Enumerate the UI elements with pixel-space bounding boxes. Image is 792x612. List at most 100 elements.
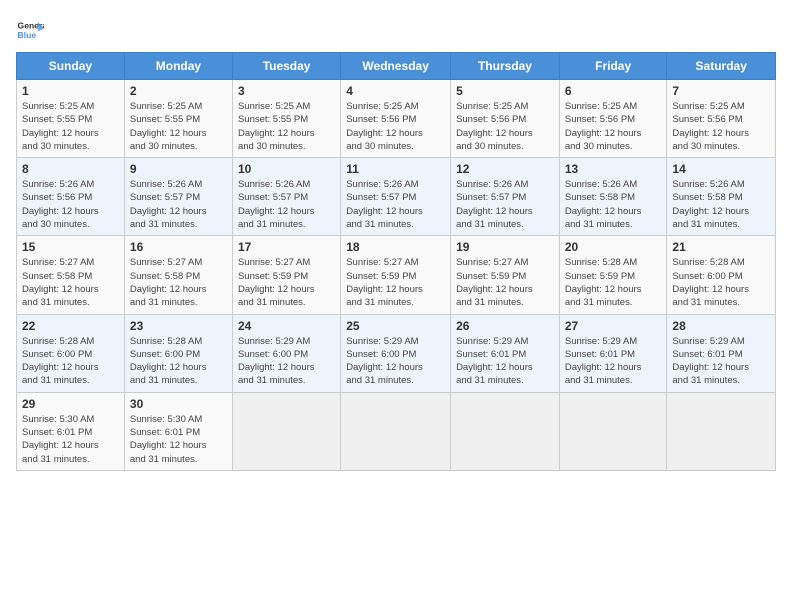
day-info: Sunrise: 5:25 AMSunset: 5:56 PMDaylight:… [672,100,770,153]
day-number: 15 [22,240,119,254]
day-info: Sunrise: 5:27 AMSunset: 5:59 PMDaylight:… [238,256,335,309]
day-number: 6 [565,84,662,98]
calendar-cell: 14 Sunrise: 5:26 AMSunset: 5:58 PMDayligh… [667,158,776,236]
day-number: 28 [672,319,770,333]
day-info: Sunrise: 5:28 AMSunset: 6:00 PMDaylight:… [22,335,119,388]
day-info: Sunrise: 5:26 AMSunset: 5:57 PMDaylight:… [346,178,445,231]
calendar-cell: 2 Sunrise: 5:25 AMSunset: 5:55 PMDaylight… [124,80,232,158]
calendar-cell: 27 Sunrise: 5:29 AMSunset: 6:01 PMDayligh… [559,314,667,392]
calendar-cell: 13 Sunrise: 5:26 AMSunset: 5:58 PMDayligh… [559,158,667,236]
calendar-cell: 6Sunrise: 5:25 AMSunset: 5:56 PMDaylight… [559,80,667,158]
day-info: Sunrise: 5:29 AMSunset: 6:01 PMDaylight:… [565,335,662,388]
calendar-cell: 22 Sunrise: 5:28 AMSunset: 6:00 PMDayligh… [17,314,125,392]
day-info: Sunrise: 5:27 AMSunset: 5:58 PMDaylight:… [130,256,227,309]
day-number: 12 [456,162,554,176]
day-number: 16 [130,240,227,254]
calendar-cell: 7 Sunrise: 5:25 AMSunset: 5:56 PMDaylight… [667,80,776,158]
calendar-cell: 17 Sunrise: 5:27 AMSunset: 5:59 PMDayligh… [232,236,340,314]
calendar-cell: 8 Sunrise: 5:26 AMSunset: 5:56 PMDaylight… [17,158,125,236]
day-number: 20 [565,240,662,254]
calendar-cell [341,392,451,470]
calendar-cell: 30 Sunrise: 5:30 AMSunset: 6:01 PMDayligh… [124,392,232,470]
day-info: Sunrise: 5:28 AMSunset: 6:00 PMDaylight:… [672,256,770,309]
day-header-sunday: Sunday [17,53,125,80]
day-number: 19 [456,240,554,254]
calendar-cell: 21Sunrise: 5:28 AMSunset: 6:00 PMDayligh… [667,236,776,314]
day-number: 9 [130,162,227,176]
calendar-cell [232,392,340,470]
day-header-tuesday: Tuesday [232,53,340,80]
day-number: 10 [238,162,335,176]
day-number: 3 [238,84,335,98]
day-number: 1 [22,84,119,98]
day-info: Sunrise: 5:26 AMSunset: 5:58 PMDaylight:… [672,178,770,231]
day-number: 24 [238,319,335,333]
day-number: 4 [346,84,445,98]
day-number: 17 [238,240,335,254]
day-header-friday: Friday [559,53,667,80]
calendar-cell: 20 Sunrise: 5:28 AMSunset: 5:59 PMDayligh… [559,236,667,314]
day-info: Sunrise: 5:25 AMSunset: 5:55 PMDaylight:… [22,100,119,153]
day-info: Sunrise: 5:27 AMSunset: 5:59 PMDaylight:… [346,256,445,309]
calendar-cell: 16 Sunrise: 5:27 AMSunset: 5:58 PMDayligh… [124,236,232,314]
calendar-cell: 1 Sunrise: 5:25 AMSunset: 5:55 PMDaylight… [17,80,125,158]
day-number: 27 [565,319,662,333]
calendar-cell [451,392,560,470]
day-number: 7 [672,84,770,98]
calendar-week-5: 29 Sunrise: 5:30 AMSunset: 6:01 PMDayligh… [17,392,776,470]
day-info: Sunrise: 5:26 AMSunset: 5:57 PMDaylight:… [130,178,227,231]
day-header-saturday: Saturday [667,53,776,80]
calendar-cell: 9 Sunrise: 5:26 AMSunset: 5:57 PMDaylight… [124,158,232,236]
day-info: Sunrise: 5:26 AMSunset: 5:56 PMDaylight:… [22,178,119,231]
day-info: Sunrise: 5:26 AMSunset: 5:58 PMDaylight:… [565,178,662,231]
day-info: Sunrise: 5:27 AMSunset: 5:59 PMDaylight:… [456,256,554,309]
day-info: Sunrise: 5:25 AMSunset: 5:56 PMDaylight:… [456,100,554,153]
day-info: Sunrise: 5:25 AMSunset: 5:56 PMDaylight:… [346,100,445,153]
day-number: 14 [672,162,770,176]
day-number: 8 [22,162,119,176]
calendar-cell: 12 Sunrise: 5:26 AMSunset: 5:57 PMDayligh… [451,158,560,236]
calendar-week-2: 8 Sunrise: 5:26 AMSunset: 5:56 PMDaylight… [17,158,776,236]
day-number: 22 [22,319,119,333]
calendar-week-3: 15 Sunrise: 5:27 AMSunset: 5:58 PMDayligh… [17,236,776,314]
calendar-table: SundayMondayTuesdayWednesdayThursdayFrid… [16,52,776,471]
day-number: 26 [456,319,554,333]
day-header-thursday: Thursday [451,53,560,80]
calendar-cell: 25Sunrise: 5:29 AMSunset: 6:00 PMDayligh… [341,314,451,392]
calendar-cell: 28 Sunrise: 5:29 AMSunset: 6:01 PMDayligh… [667,314,776,392]
day-number: 5 [456,84,554,98]
day-number: 11 [346,162,445,176]
calendar-cell: 18 Sunrise: 5:27 AMSunset: 5:59 PMDayligh… [341,236,451,314]
logo: General Blue [16,16,48,44]
day-number: 25 [346,319,445,333]
day-number: 13 [565,162,662,176]
calendar-week-1: 1 Sunrise: 5:25 AMSunset: 5:55 PMDaylight… [17,80,776,158]
day-info: Sunrise: 5:26 AMSunset: 5:57 PMDaylight:… [238,178,335,231]
day-info: Sunrise: 5:29 AMSunset: 6:00 PMDaylight:… [238,335,335,388]
calendar-cell: 19 Sunrise: 5:27 AMSunset: 5:59 PMDayligh… [451,236,560,314]
day-info: Sunrise: 5:25 AMSunset: 5:55 PMDaylight:… [130,100,227,153]
calendar-week-4: 22 Sunrise: 5:28 AMSunset: 6:00 PMDayligh… [17,314,776,392]
day-number: 29 [22,397,119,411]
calendar-cell: 10 Sunrise: 5:26 AMSunset: 5:57 PMDayligh… [232,158,340,236]
day-number: 30 [130,397,227,411]
day-info: Sunrise: 5:30 AMSunset: 6:01 PMDaylight:… [22,413,119,466]
day-info: Sunrise: 5:30 AMSunset: 6:01 PMDaylight:… [130,413,227,466]
day-info: Sunrise: 5:28 AMSunset: 5:59 PMDaylight:… [565,256,662,309]
day-number: 23 [130,319,227,333]
day-info: Sunrise: 5:27 AMSunset: 5:58 PMDaylight:… [22,256,119,309]
day-info: Sunrise: 5:28 AMSunset: 6:00 PMDaylight:… [130,335,227,388]
day-info: Sunrise: 5:29 AMSunset: 6:01 PMDaylight:… [456,335,554,388]
calendar-cell: 29 Sunrise: 5:30 AMSunset: 6:01 PMDayligh… [17,392,125,470]
day-info: Sunrise: 5:29 AMSunset: 6:01 PMDaylight:… [672,335,770,388]
day-info: Sunrise: 5:26 AMSunset: 5:57 PMDaylight:… [456,178,554,231]
day-number: 2 [130,84,227,98]
svg-text:Blue: Blue [18,30,37,40]
day-header-monday: Monday [124,53,232,80]
calendar-cell: 5 Sunrise: 5:25 AMSunset: 5:56 PMDaylight… [451,80,560,158]
calendar-cell: 15 Sunrise: 5:27 AMSunset: 5:58 PMDayligh… [17,236,125,314]
day-header-wednesday: Wednesday [341,53,451,80]
calendar-cell [559,392,667,470]
day-number: 18 [346,240,445,254]
calendar-cell: 24 Sunrise: 5:29 AMSunset: 6:00 PMDayligh… [232,314,340,392]
